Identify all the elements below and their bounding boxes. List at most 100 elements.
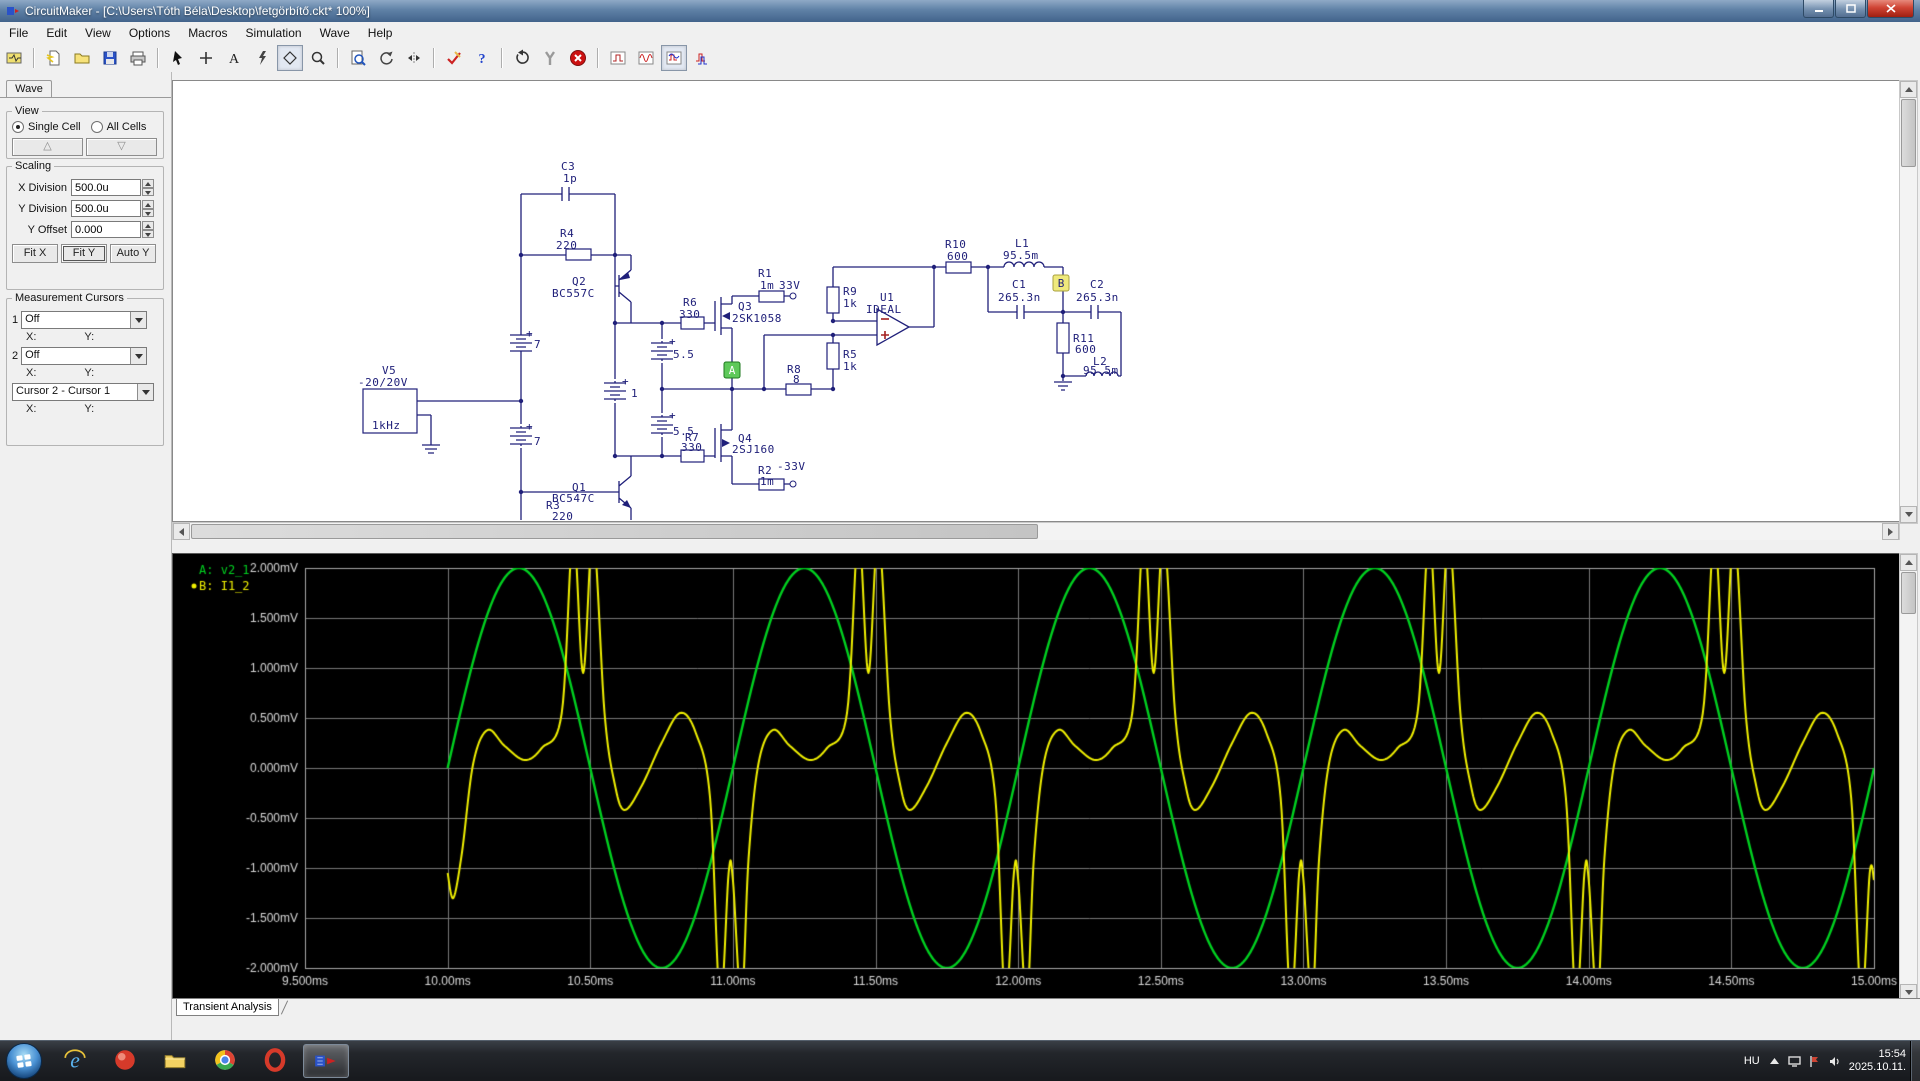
tray-up-icon[interactable] (1768, 1055, 1781, 1068)
scroll-right-arrow[interactable] (1882, 523, 1899, 540)
digital-scope-icon[interactable] (689, 45, 715, 71)
maximize-button[interactable] (1835, 0, 1866, 18)
cursor-diff-select[interactable]: Cursor 2 - Cursor 1 (12, 383, 154, 401)
menu-edit[interactable]: Edit (37, 24, 76, 42)
menu-file[interactable]: File (0, 24, 37, 42)
new-file-icon[interactable] (41, 45, 67, 71)
scroll-up-arrow[interactable] (1900, 81, 1917, 98)
clock[interactable]: 15:54 2025.10.11. (1849, 1048, 1906, 1074)
component-r1[interactable] (758, 290, 785, 303)
schematic-vscrollbar[interactable] (1899, 80, 1918, 524)
explorer-icon[interactable] (153, 1044, 197, 1076)
component-label[interactable]: 265.3n (998, 291, 1041, 304)
scroll-left-arrow[interactable] (173, 523, 190, 540)
component-label[interactable]: 2SK1058 (732, 312, 782, 325)
tab-wave[interactable]: Wave (6, 80, 52, 98)
menu-view[interactable]: View (76, 24, 120, 42)
menu-wave[interactable]: Wave (311, 24, 359, 42)
tray-volume-icon[interactable] (1828, 1055, 1841, 1068)
show-desktop-button[interactable] (1910, 1041, 1920, 1081)
component-label[interactable]: C2 (1090, 278, 1104, 291)
wire-tool-icon[interactable] (249, 45, 275, 71)
cell-up-button[interactable]: △ (12, 138, 83, 156)
probe-a[interactable]: A (723, 361, 741, 379)
y-offset-input[interactable] (71, 221, 141, 238)
mixed-signal-icon[interactable] (661, 44, 687, 71)
chevron-down-icon[interactable] (130, 312, 147, 328)
rotate-icon[interactable] (373, 45, 399, 71)
scrollbar-thumb[interactable] (191, 524, 1038, 539)
component-label[interactable]: 1k (843, 297, 857, 310)
crosshair-tool-icon[interactable] (193, 45, 219, 71)
component-label[interactable]: 2SJ160 (732, 443, 775, 456)
y-offset-stepper[interactable] (142, 221, 154, 238)
menu-options[interactable]: Options (120, 24, 179, 42)
component-label[interactable]: BC557C (552, 287, 595, 300)
auto-y-button[interactable]: Auto Y (110, 244, 156, 263)
text-tool-icon[interactable]: A (221, 45, 247, 71)
minimize-button[interactable] (1803, 0, 1834, 18)
component-label[interactable]: 1 (631, 387, 638, 400)
component-label[interactable]: 220 (552, 510, 573, 523)
menu-macros[interactable]: Macros (179, 24, 236, 42)
schematic-hscrollbar[interactable] (172, 522, 1900, 541)
component-label[interactable]: 7 (534, 338, 541, 351)
component-label[interactable]: 8 (793, 373, 800, 386)
browse-search-icon[interactable] (345, 45, 371, 71)
tab-transient-analysis[interactable]: Transient Analysis (176, 999, 279, 1016)
fit-y-button[interactable]: Fit Y (61, 244, 107, 263)
component-label[interactable]: 1m (760, 279, 774, 292)
zoom-tool-icon[interactable] (305, 45, 331, 71)
tray-flag-icon[interactable] (1808, 1055, 1821, 1068)
y-division-stepper[interactable] (142, 200, 154, 217)
save-icon[interactable] (97, 45, 123, 71)
component-r10[interactable] (945, 261, 972, 274)
component-label[interactable]: 330 (679, 308, 700, 321)
opera-ball-icon[interactable] (103, 1044, 147, 1076)
component-r9[interactable] (826, 286, 840, 314)
open-file-icon[interactable] (69, 45, 95, 71)
internet-explorer-icon[interactable]: e (53, 1044, 97, 1076)
run-simulation-icon[interactable] (441, 45, 467, 71)
analog-scope-icon[interactable] (633, 45, 659, 71)
component-r5[interactable] (826, 342, 840, 370)
waveform-vscrollbar[interactable] (1899, 553, 1918, 1002)
circuitmaker-icon[interactable] (303, 1044, 349, 1078)
component-label[interactable]: IDEAL (866, 303, 902, 316)
component-label[interactable]: -33V (777, 460, 806, 473)
fit-x-button[interactable]: Fit X (12, 244, 58, 263)
start-button[interactable] (6, 1043, 42, 1079)
close-button[interactable] (1867, 0, 1914, 18)
probe-b[interactable]: B (1052, 274, 1070, 292)
component-label[interactable]: 1kHz (372, 419, 401, 432)
chrome-icon[interactable] (203, 1044, 247, 1076)
schematic-capture-icon[interactable] (1, 45, 27, 71)
single-cell-radio[interactable] (12, 121, 24, 133)
component-label[interactable]: 1m (760, 475, 774, 488)
component-r11[interactable] (1056, 322, 1070, 354)
language-indicator[interactable]: HU (1744, 1055, 1760, 1067)
component-label[interactable]: 95.5m (1083, 364, 1119, 377)
cursor1-select[interactable]: Off (21, 311, 148, 329)
cursor2-select[interactable]: Off (21, 347, 148, 365)
mirror-icon[interactable] (401, 45, 427, 71)
component-label[interactable]: 600 (947, 250, 968, 263)
x-division-stepper[interactable] (142, 179, 154, 196)
scroll-up-arrow[interactable] (1900, 554, 1917, 571)
y-division-input[interactable] (71, 200, 141, 217)
scrollbar-thumb[interactable] (1901, 99, 1916, 167)
chevron-down-icon[interactable] (137, 384, 153, 400)
pane-splitter[interactable] (172, 540, 1916, 552)
component-label[interactable]: 95.5m (1003, 249, 1039, 262)
tray-display-icon[interactable] (1788, 1055, 1801, 1068)
component-label[interactable]: 330 (681, 441, 702, 454)
menu-simulation[interactable]: Simulation (237, 24, 311, 42)
chevron-down-icon[interactable] (130, 348, 147, 364)
scroll-down-arrow[interactable] (1900, 506, 1917, 523)
component-label[interactable]: 1k (843, 360, 857, 373)
title-bar[interactable]: CircuitMaker - [C:\Users\Tóth Béla\Deskt… (0, 0, 1920, 22)
component-label[interactable]: C1 (1012, 278, 1026, 291)
scrollbar-thumb[interactable] (1901, 572, 1916, 614)
scope-xy-icon[interactable] (605, 45, 631, 71)
component-label[interactable]: 5.5 (673, 348, 694, 361)
